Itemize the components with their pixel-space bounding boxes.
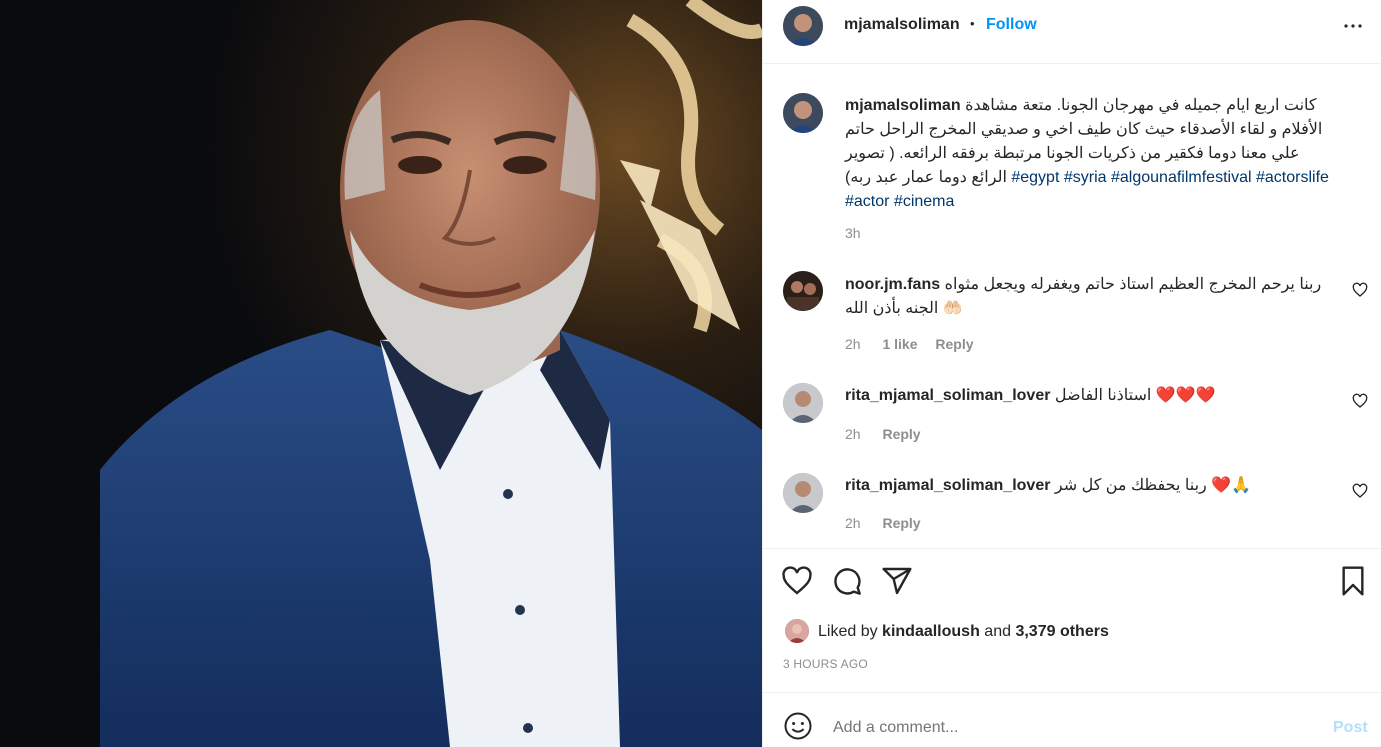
hashtag-syria[interactable]: #syria — [1064, 169, 1107, 186]
comment-time[interactable]: 2h — [845, 426, 861, 442]
comment-avatar[interactable] — [783, 473, 823, 513]
post-header: mjamalsoliman • Follow — [763, 0, 1381, 64]
header-separator: • — [970, 16, 975, 31]
comment-meta: 2h Reply — [845, 515, 921, 531]
post-photo-image — [0, 0, 762, 747]
likes-count[interactable]: 3,379 others — [1015, 623, 1108, 640]
more-dots-icon[interactable] — [1341, 14, 1365, 38]
heart-and-praying-hands-emoji-icon: ❤️🙏 — [1211, 477, 1252, 494]
like-comment-heart-icon[interactable] — [1352, 282, 1368, 298]
liker-avatar[interactable] — [785, 619, 809, 643]
save-bookmark-icon[interactable] — [1337, 565, 1369, 597]
comment-username[interactable]: rita_mjamal_soliman_lover — [845, 477, 1050, 494]
author-username[interactable]: mjamalsoliman — [844, 16, 960, 34]
comment-likes[interactable]: 1 like — [882, 336, 917, 352]
hashtag-algounafilmfestival[interactable]: #algounafilmfestival — [1111, 169, 1252, 186]
raising-hands-emoji-icon: 🤲🏻 — [942, 300, 963, 317]
comment-avatar[interactable] — [783, 383, 823, 423]
post-photo[interactable] — [0, 0, 762, 747]
follow-button[interactable]: Follow — [986, 16, 1037, 34]
post-comment-button[interactable]: Post — [1333, 719, 1368, 737]
comment-body: استاذنا الفاضل — [1054, 387, 1152, 404]
hashtag-actorslife[interactable]: #actorslife — [1256, 169, 1329, 186]
like-comment-heart-icon[interactable] — [1352, 393, 1368, 409]
like-comment-heart-icon[interactable] — [1352, 483, 1368, 499]
liker-username[interactable]: kindaalloush — [882, 623, 980, 640]
caption-text: mjamalsoliman كانت اربع ايام جميله في مه… — [845, 94, 1335, 214]
likes-summary: Liked by kindaalloush and 3,379 others — [818, 623, 1109, 641]
post-timestamp[interactable]: 3 HOURS AGO — [783, 657, 868, 671]
hashtag-cinema[interactable]: #cinema — [894, 193, 954, 210]
post-actions: Liked by kindaalloush and 3,379 others 3… — [763, 549, 1381, 693]
likes-prefix: Liked by — [818, 623, 878, 640]
reply-button[interactable]: Reply — [882, 515, 920, 531]
emoji-smiley-icon[interactable] — [783, 711, 813, 741]
comment-time[interactable]: 2h — [845, 336, 861, 352]
add-comment-input[interactable] — [831, 715, 1295, 741]
like-heart-icon[interactable] — [781, 565, 813, 597]
share-paper-plane-icon[interactable] — [881, 565, 913, 597]
comment-username[interactable]: noor.jm.fans — [845, 276, 940, 293]
comments-list[interactable]: mjamalsoliman كانت اربع ايام جميله في مه… — [763, 65, 1381, 549]
comment-time[interactable]: 2h — [845, 515, 861, 531]
comment-text: noor.jm.fans ربنا يرحم المخرج العظيم است… — [845, 273, 1335, 321]
comment-avatar[interactable] — [783, 271, 823, 311]
author-avatar[interactable] — [783, 6, 823, 46]
hashtag-egypt[interactable]: #egypt — [1011, 169, 1059, 186]
comment-meta: 2h 1 like Reply — [845, 336, 974, 352]
comment-username[interactable]: rita_mjamal_soliman_lover — [845, 387, 1050, 404]
comment-text: rita_mjamal_soliman_lover استاذنا الفاضل… — [845, 384, 1335, 408]
caption-username[interactable]: mjamalsoliman — [845, 97, 961, 114]
red-heart-emoji-icon: ❤️❤️❤️ — [1155, 387, 1216, 404]
caption-time[interactable]: 3h — [845, 225, 861, 241]
comment-bubble-icon[interactable] — [831, 565, 863, 597]
add-comment-bar: Post — [763, 693, 1381, 747]
caption-avatar[interactable] — [783, 93, 823, 133]
comment-meta: 2h Reply — [845, 426, 921, 442]
post-details-panel: mjamalsoliman • Follow mjamalsoliman كان… — [762, 0, 1381, 747]
reply-button[interactable]: Reply — [882, 426, 920, 442]
hashtag-actor[interactable]: #actor — [845, 193, 889, 210]
comment-text: rita_mjamal_soliman_lover ربنا يحفظك من … — [845, 474, 1335, 498]
likes-conj: and — [984, 623, 1011, 640]
reply-button[interactable]: Reply — [935, 336, 973, 352]
comment-body: ربنا يحفظك من كل شر — [1054, 477, 1207, 494]
